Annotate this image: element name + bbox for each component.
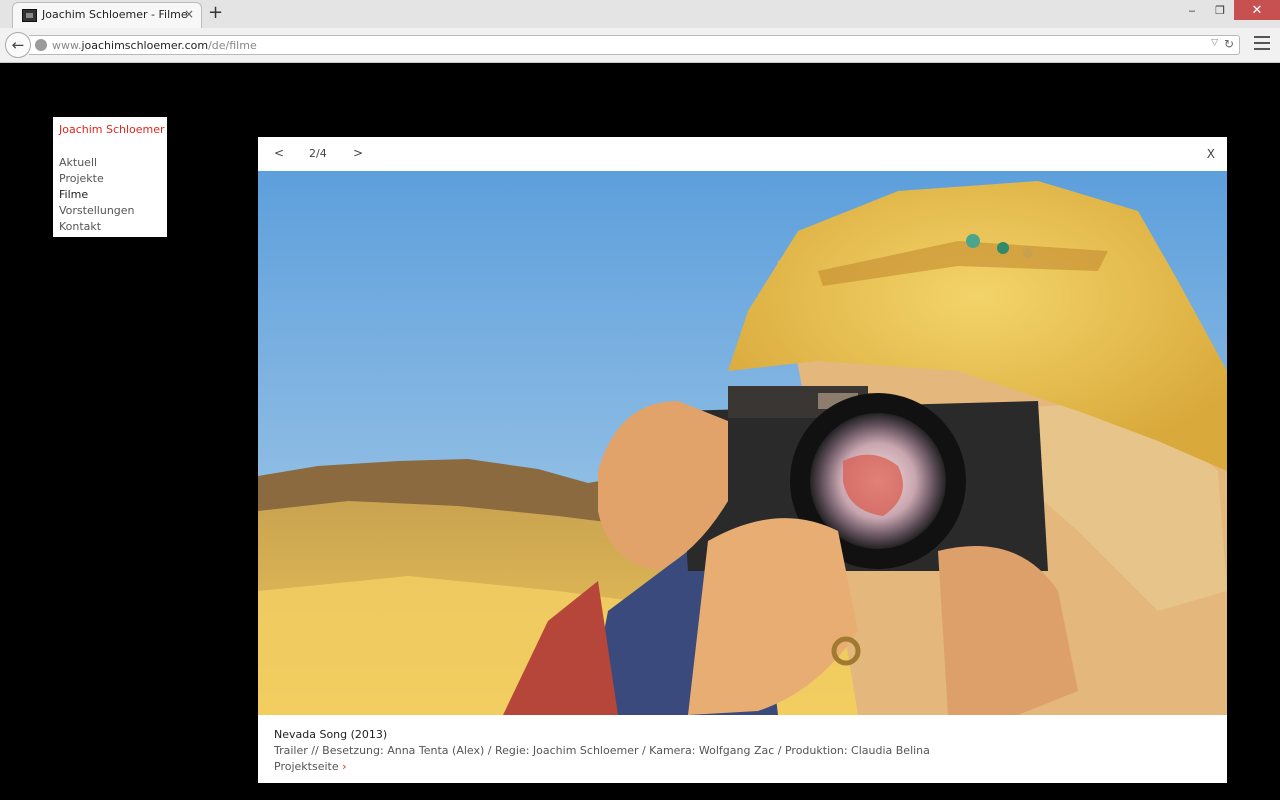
url-domain: joachimschloemer.com [81, 39, 209, 52]
nav-item-kontakt[interactable]: Kontakt [59, 219, 161, 235]
url-bar[interactable]: www.joachimschloemer.com/de/filme ▽ ↻ [29, 35, 1240, 55]
slide-counter: 2/4 [309, 147, 327, 160]
film-caption: Nevada Song (2013) Trailer // Besetzung:… [274, 727, 1214, 775]
previous-button[interactable]: < [274, 146, 284, 160]
site-favicon-icon [22, 9, 37, 22]
tab-close-icon[interactable]: × [184, 7, 194, 21]
close-button[interactable]: X [1207, 147, 1215, 161]
reload-icon[interactable]: ↻ [1224, 37, 1234, 51]
chevron-right-icon: › [342, 760, 347, 773]
back-arrow-icon: ← [11, 36, 25, 54]
globe-icon [35, 39, 47, 51]
project-page-link[interactable]: Projektseite › [274, 759, 1214, 775]
site-title[interactable]: Joachim Schloemer [59, 123, 165, 137]
next-button[interactable]: > [353, 146, 363, 160]
navigation-bar: www.joachimschloemer.com/de/filme ▽ ↻ ← [0, 28, 1280, 63]
minimize-button[interactable]: ‒ [1178, 0, 1206, 20]
nav-item-projekte[interactable]: Projekte [59, 171, 161, 187]
site-navigation: Joachim Schloemer Aktuell Projekte Filme… [53, 117, 167, 237]
nav-list: Aktuell Projekte Filme Vorstellungen Kon… [59, 155, 161, 235]
restore-button[interactable]: ❐ [1206, 0, 1234, 20]
film-lightbox: < 2/4 > X Nevada Song (2013) Trailer // … [258, 137, 1227, 783]
lightbox-toolbar: < 2/4 > X [258, 137, 1227, 171]
url-text[interactable]: www.joachimschloemer.com/de/filme [52, 39, 257, 52]
close-window-button[interactable]: ✕ [1234, 0, 1280, 20]
back-button[interactable]: ← [5, 32, 31, 58]
hamburger-menu-icon[interactable] [1254, 36, 1270, 50]
nav-item-vorstellungen[interactable]: Vorstellungen [59, 203, 161, 219]
browser-tab[interactable]: Joachim Schloemer - Filme × [12, 2, 202, 28]
tab-title: Joachim Schloemer - Filme [42, 8, 188, 21]
film-still-illustration [258, 171, 1227, 715]
url-dropdown-icon[interactable]: ▽ [1211, 38, 1218, 48]
window-controls: ‒ ❐ ✕ [1178, 0, 1280, 20]
tab-strip: Joachim Schloemer - Filme × + ‒ ❐ ✕ [0, 0, 1280, 28]
film-still-image[interactable] [258, 171, 1227, 715]
new-tab-button[interactable]: + [208, 3, 223, 23]
film-title: Nevada Song (2013) [274, 728, 388, 741]
url-prefix: www. [52, 39, 82, 52]
url-path: /de/filme [208, 39, 257, 52]
project-page-link-label: Projektseite [274, 760, 339, 773]
browser-chrome: Joachim Schloemer - Filme × + ‒ ❐ ✕ www.… [0, 0, 1280, 63]
nav-item-filme[interactable]: Filme [59, 187, 161, 203]
film-description: Trailer // Besetzung: Anna Tenta (Alex) … [274, 744, 930, 757]
nav-item-aktuell[interactable]: Aktuell [59, 155, 161, 171]
